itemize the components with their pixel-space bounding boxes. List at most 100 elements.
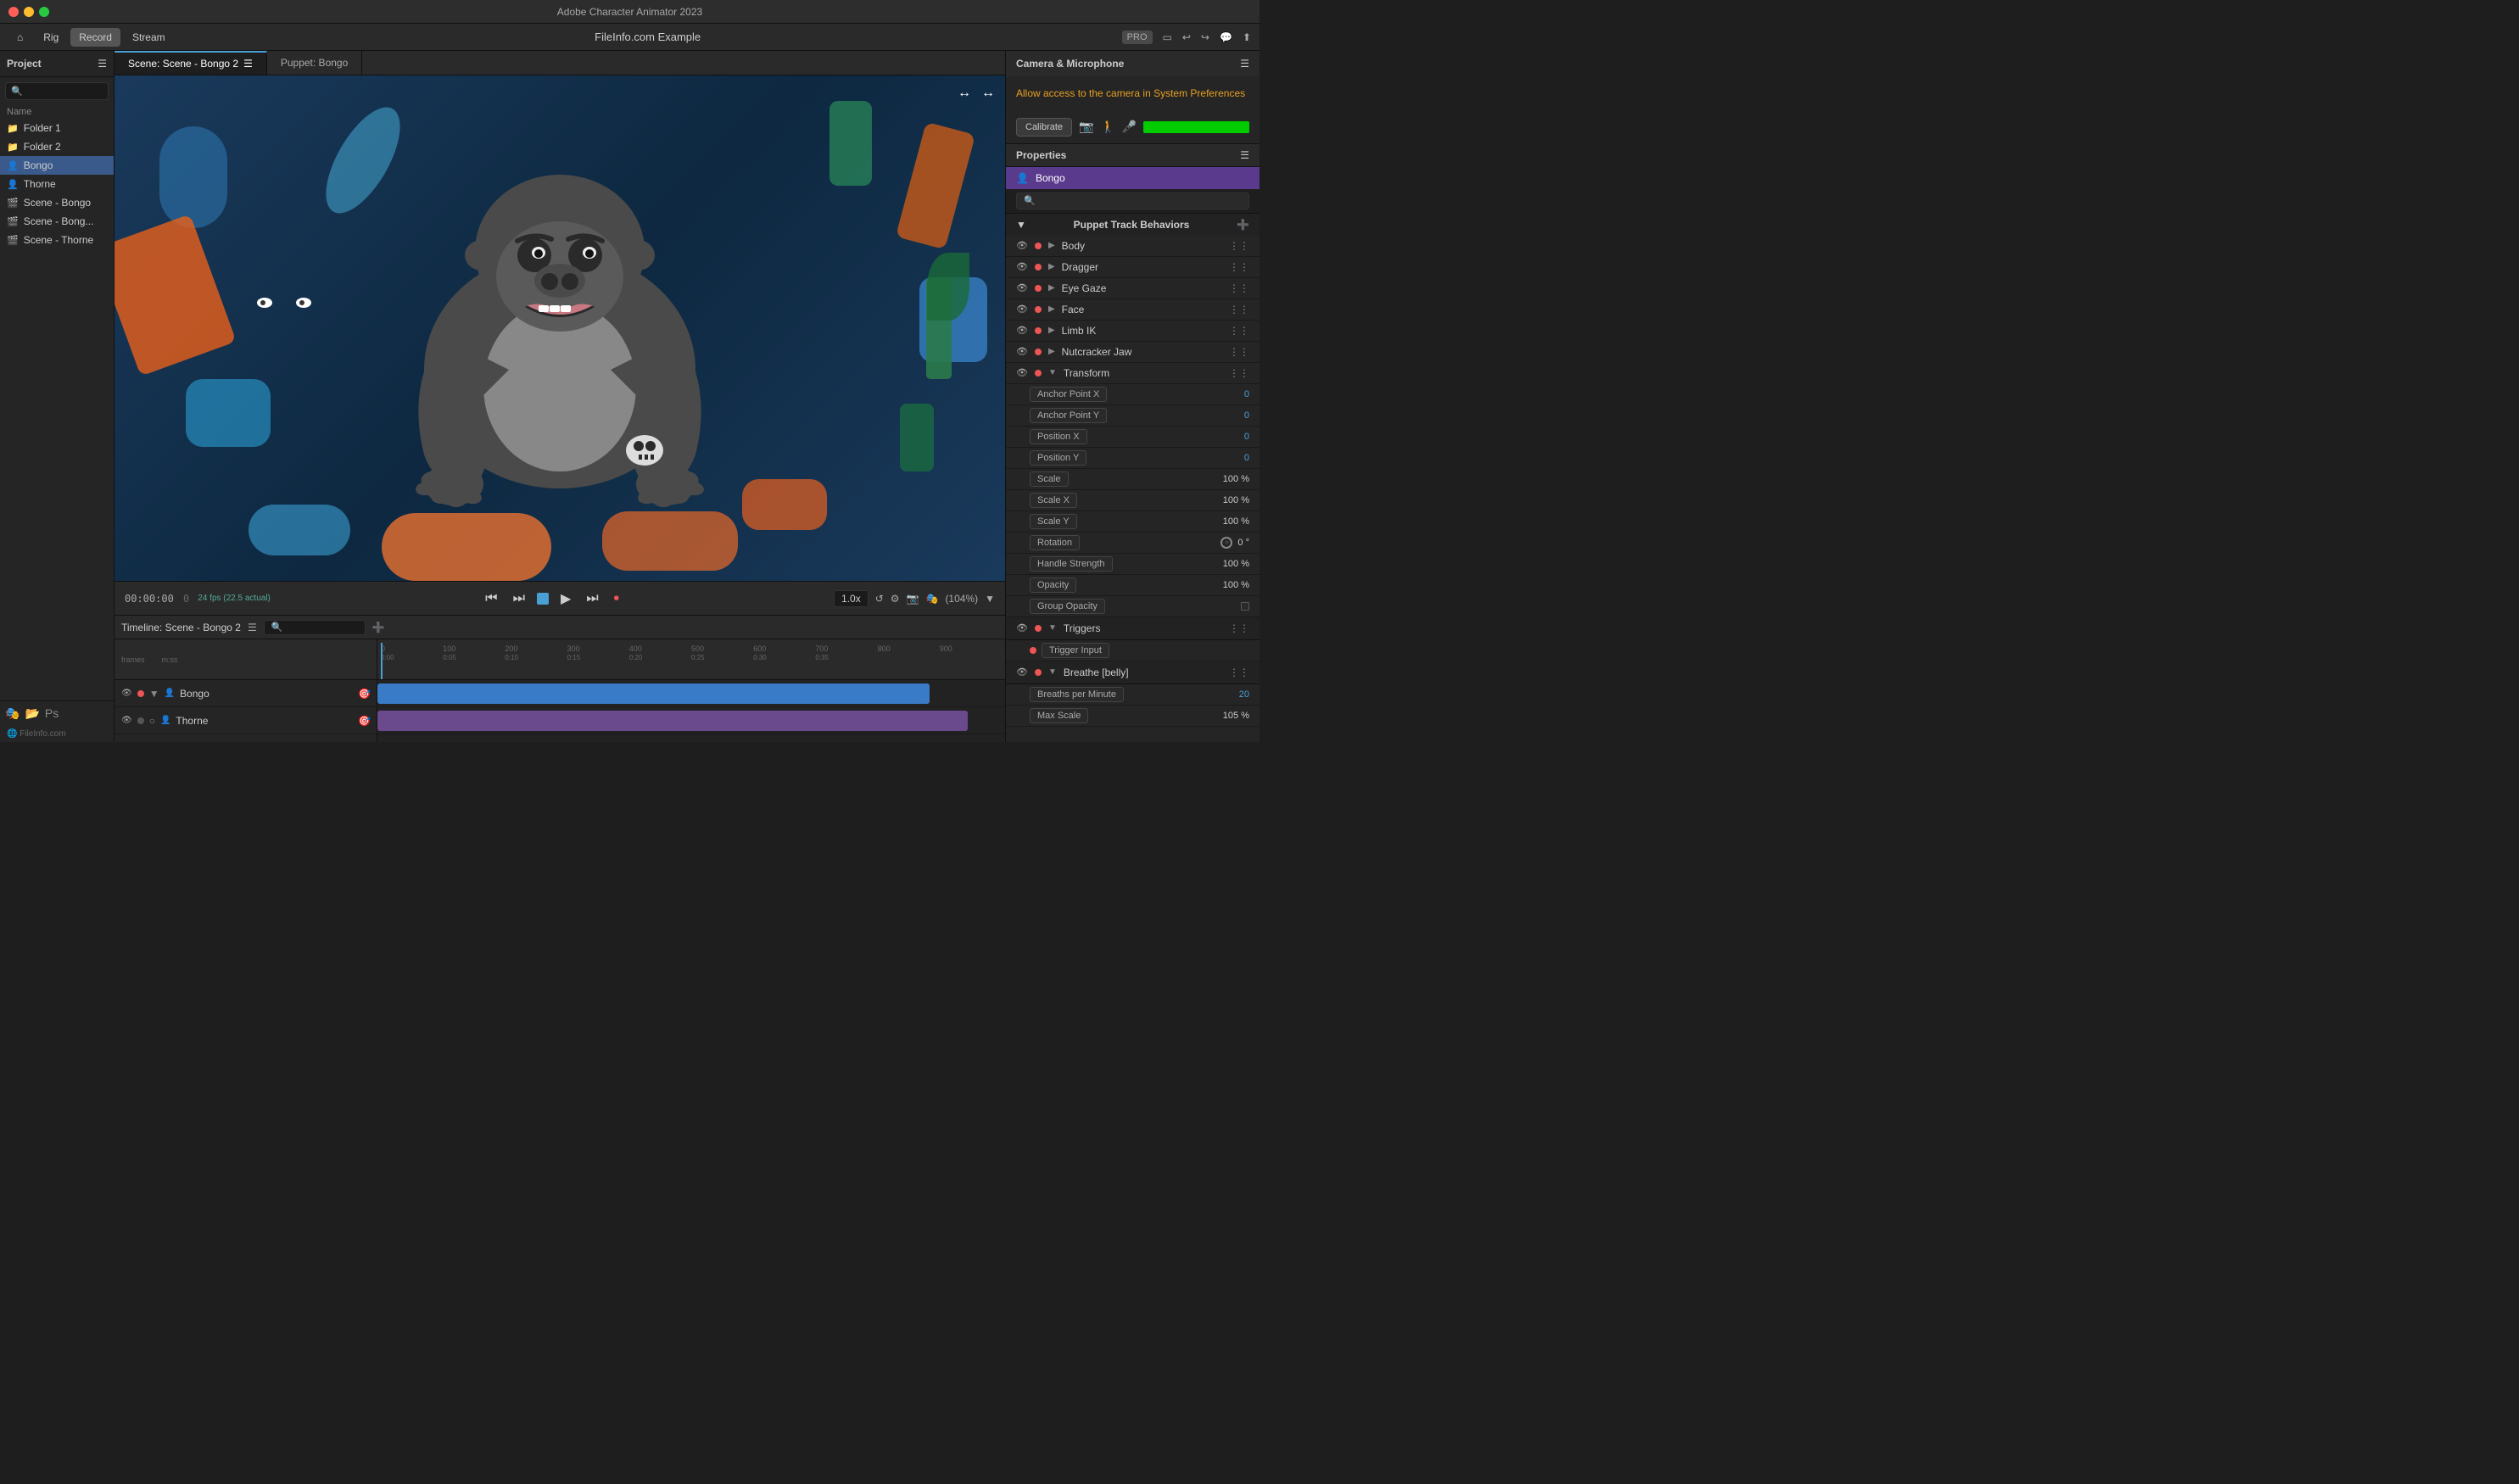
record-dot-eyegaze (1035, 285, 1042, 292)
behavior-limb-ik[interactable]: 👁 ▶ Limb IK ⋮⋮ (1006, 321, 1260, 342)
sidebar-item-thorne[interactable]: 👤 Thorne (0, 175, 114, 193)
playback-icon-1[interactable]: ↺ (875, 593, 884, 605)
new-puppet-icon[interactable]: 🎭 (5, 706, 20, 721)
chevron-eyegaze[interactable]: ▶ (1048, 283, 1055, 293)
chat-icon[interactable]: 💬 (1220, 31, 1232, 43)
new-folder-icon[interactable]: 📂 (25, 706, 39, 721)
share-icon[interactable]: ⬆ (1243, 31, 1251, 43)
face-menu-icon[interactable]: ⋮⋮ (1229, 304, 1249, 315)
camera-menu-icon[interactable]: ☰ (1240, 58, 1249, 70)
behavior-body[interactable]: 👁 ▶ Body ⋮⋮ (1006, 236, 1260, 257)
play-button[interactable]: ▶ (557, 589, 574, 609)
behavior-nutcracker[interactable]: 👁 ▶ Nutcracker Jaw ⋮⋮ (1006, 342, 1260, 363)
triggers-expand-icon[interactable]: ▼ (1048, 623, 1057, 633)
puppet-search-input[interactable] (1016, 192, 1249, 209)
group-opacity-checkbox[interactable] (1241, 602, 1249, 611)
track-bongo-target-icon[interactable]: 🎯 (358, 688, 371, 700)
playback-icon-2[interactable]: ⚙ (891, 593, 900, 605)
sidebar-item-scene-thorne[interactable]: 🎬 Scene - Thorne (0, 231, 114, 249)
frames-label: frames (121, 656, 145, 664)
breathe-menu-icon[interactable]: ⋮⋮ (1229, 667, 1249, 678)
eyegaze-menu-icon[interactable]: ⋮⋮ (1229, 282, 1249, 294)
transform-menu-icon[interactable]: ⋮⋮ (1229, 367, 1249, 379)
record-button[interactable]: ⏺ (611, 590, 623, 606)
calibrate-button[interactable]: Calibrate (1016, 118, 1072, 137)
eye-icon-body[interactable]: 👁 (1016, 240, 1028, 251)
sidebar-item-folder2[interactable]: 📁 Folder 2 (0, 137, 114, 156)
puppet-avatar-icon: 👤 (1016, 172, 1029, 184)
playhead[interactable] (381, 643, 383, 679)
breathe-expand-icon[interactable]: ▼ (1048, 667, 1057, 677)
timeline-search[interactable] (264, 620, 366, 635)
behavior-dragger[interactable]: 👁 ▶ Dragger ⋮⋮ (1006, 257, 1260, 278)
playback-icon-3[interactable]: 📷 (907, 593, 919, 605)
track-expand-icon[interactable]: ▼ (149, 688, 159, 700)
behavior-eye-gaze[interactable]: 👁 ▶ Eye Gaze ⋮⋮ (1006, 278, 1260, 299)
eye-icon-breathe[interactable]: 👁 (1016, 667, 1028, 678)
track-thorne-target-icon[interactable]: 🎯 (358, 715, 371, 727)
eye-icon-transform[interactable]: 👁 (1016, 367, 1028, 378)
track-record-dot-thorne[interactable] (137, 717, 144, 724)
sidebar-item-scene-bongo[interactable]: 🎬 Scene - Bongo (0, 193, 114, 212)
eye-icon-eyegaze[interactable]: 👁 (1016, 282, 1028, 293)
triggers-menu-icon[interactable]: ⋮⋮ (1229, 622, 1249, 634)
minimize-button[interactable] (24, 7, 34, 17)
chevron-nutcracker[interactable]: ▶ (1048, 347, 1055, 356)
timeline-add-icon[interactable]: ➕ (372, 622, 385, 633)
sidebar-item-folder1[interactable]: 📁 Folder 1 (0, 119, 114, 137)
title-bar: Adobe Character Animator 2023 (0, 0, 1260, 24)
undo-icon[interactable]: ↩ (1182, 31, 1191, 43)
photoshop-icon[interactable]: Ps (45, 706, 59, 721)
menu-stream[interactable]: Stream (124, 28, 174, 47)
tab-puppet-bongo[interactable]: Puppet: Bongo (267, 51, 362, 75)
eye-icon-limbik[interactable]: 👁 (1016, 325, 1028, 336)
behavior-transform[interactable]: 👁 ▼ Transform ⋮⋮ (1006, 363, 1260, 384)
bongo-clip[interactable] (377, 683, 930, 704)
tab-scene-bongo2[interactable]: Scene: Scene - Bongo 2 ☰ (114, 51, 267, 75)
triggers-section[interactable]: 👁 ▼ Triggers ⋮⋮ (1006, 617, 1260, 640)
close-button[interactable] (8, 7, 19, 17)
properties-menu-icon[interactable]: ☰ (1240, 149, 1249, 161)
redo-icon[interactable]: ↪ (1201, 31, 1209, 43)
timeline-menu-icon[interactable]: ☰ (248, 622, 257, 633)
track-expand-icon-thorne[interactable]: ○ (149, 715, 155, 727)
body-menu-icon[interactable]: ⋮⋮ (1229, 240, 1249, 252)
sidebar-item-scene-bong[interactable]: 🎬 Scene - Bong... (0, 212, 114, 231)
menu-record[interactable]: Record (70, 28, 120, 47)
project-search[interactable]: 🔍 (5, 82, 109, 100)
limbik-menu-icon[interactable]: ⋮⋮ (1229, 325, 1249, 337)
thorne-clip[interactable] (377, 711, 968, 731)
skip-start-button[interactable]: ⏮ (482, 589, 500, 608)
breathe-section[interactable]: 👁 ▼ Breathe [belly] ⋮⋮ (1006, 661, 1260, 684)
chevron-face[interactable]: ▶ (1048, 304, 1055, 314)
step-forward-button[interactable]: ⏭ (583, 589, 601, 608)
maximize-button[interactable] (39, 7, 49, 17)
track-record-dot-bongo[interactable] (137, 690, 144, 697)
eye-icon-dragger[interactable]: 👁 (1016, 261, 1028, 272)
track-eye-icon[interactable]: 👁 (121, 689, 132, 698)
track-eye-icon-thorne[interactable]: 👁 (121, 716, 132, 725)
breathe-max-scale: Max Scale 105 % (1006, 706, 1260, 727)
dragger-menu-icon[interactable]: ⋮⋮ (1229, 261, 1249, 273)
menu-rig[interactable]: Rig (35, 28, 67, 47)
tab-menu-icon[interactable]: ☰ (243, 58, 253, 70)
home-icon[interactable]: ⌂ (8, 28, 31, 47)
behaviors-collapse-icon[interactable]: ▼ (1016, 219, 1026, 231)
eye-icon-triggers[interactable]: 👁 (1016, 622, 1028, 633)
chevron-limbik[interactable]: ▶ (1048, 326, 1055, 335)
step-back-button[interactable]: ⏭ (510, 589, 528, 608)
chevron-transform[interactable]: ▼ (1048, 368, 1057, 377)
behaviors-add-icon[interactable]: ➕ (1237, 219, 1249, 231)
sidebar-menu-icon[interactable]: ☰ (98, 58, 107, 70)
stop-button[interactable] (537, 593, 549, 605)
sidebar-item-bongo[interactable]: 👤 Bongo (0, 156, 114, 175)
nutcracker-menu-icon[interactable]: ⋮⋮ (1229, 346, 1249, 358)
chevron-body[interactable]: ▶ (1048, 241, 1055, 250)
eye-icon-face[interactable]: 👁 (1016, 304, 1028, 315)
chevron-dragger[interactable]: ▶ (1048, 262, 1055, 271)
playback-icon-4[interactable]: 🎭 (925, 593, 938, 605)
behavior-face[interactable]: 👁 ▶ Face ⋮⋮ (1006, 299, 1260, 321)
zoom-dropdown[interactable]: ▼ (985, 593, 995, 605)
eye-icon-nutcracker[interactable]: 👁 (1016, 346, 1028, 357)
rotation-dial[interactable]: ○ (1220, 537, 1232, 549)
